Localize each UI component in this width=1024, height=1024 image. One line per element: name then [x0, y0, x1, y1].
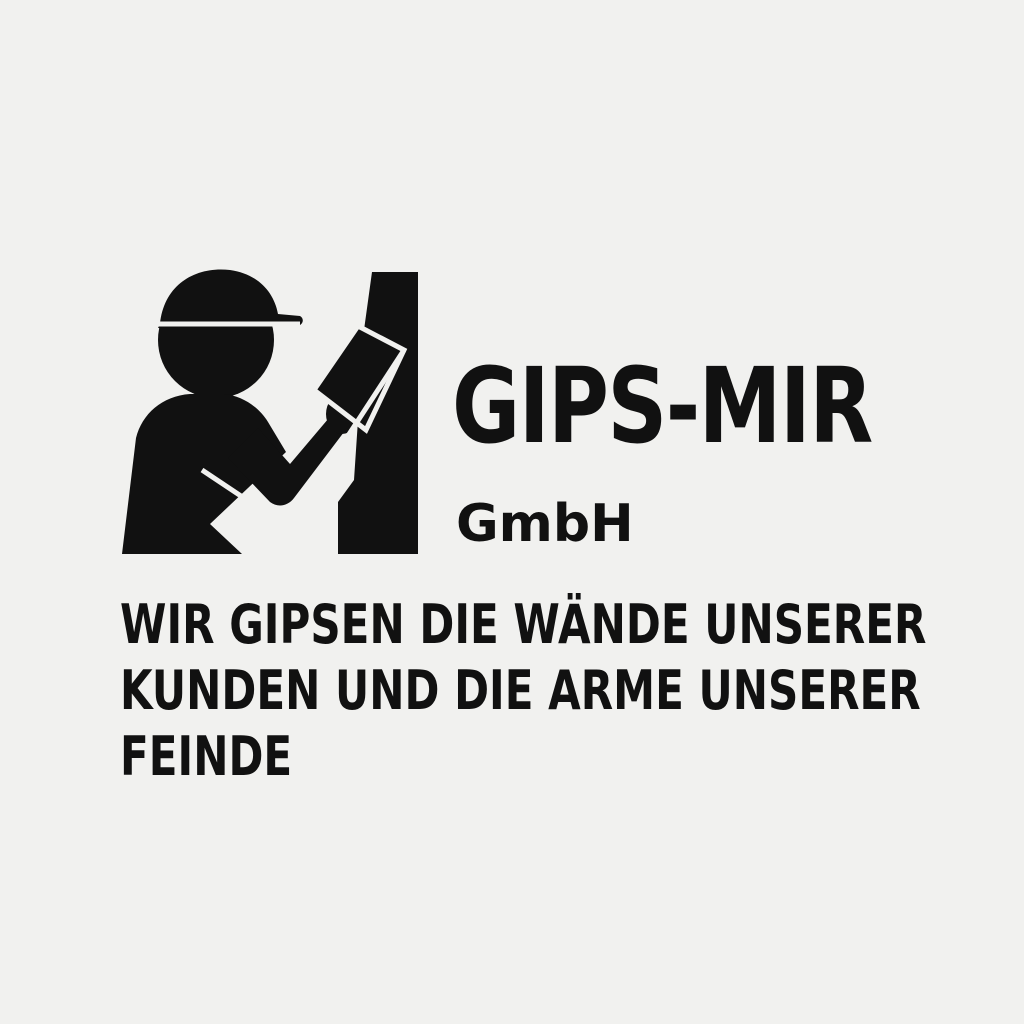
worker-cap	[158, 269, 303, 328]
company-name: GIPS-MIR	[452, 345, 873, 467]
logo-page: { "brand": { "name": "GIPS-MIR", "suffix…	[0, 0, 1024, 1024]
slogan-line: WIR GIPSEN DIE WÄNDE UNSERER	[120, 593, 927, 656]
slogan-line: FEINDE	[120, 725, 293, 788]
slogan-line: KUNDEN UND DIE ARME UNSERER	[120, 659, 921, 722]
company-legal-form: GmbH	[456, 494, 634, 554]
plasterer-worker-icon	[122, 269, 418, 554]
slogan: WIR GIPSEN DIE WÄNDE UNSERER KUNDEN UND …	[120, 592, 927, 790]
